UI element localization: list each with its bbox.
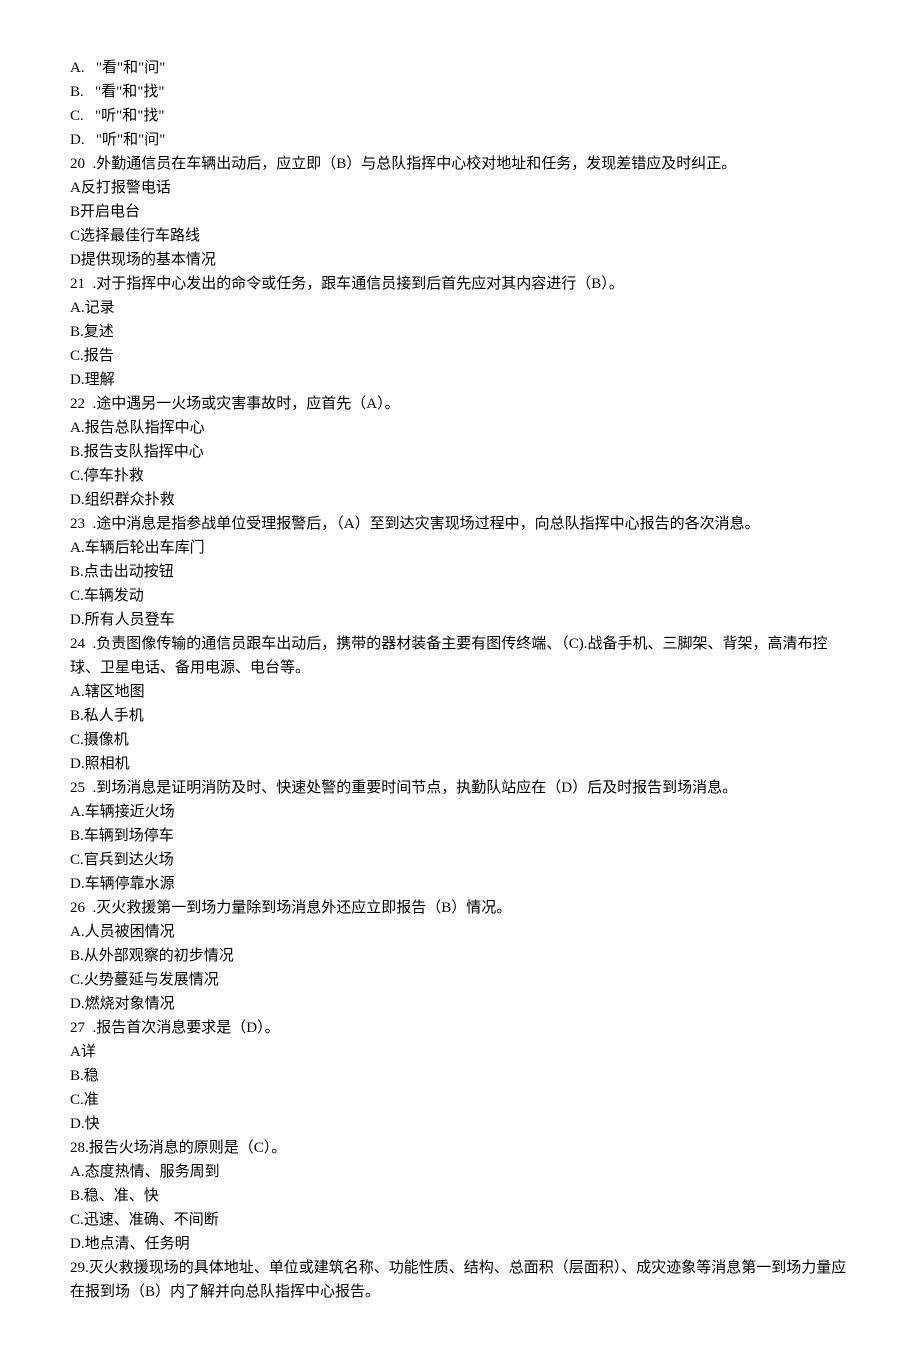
text-line: D.车辆停靠水源	[70, 872, 850, 896]
text-line: C.迅速、准确、不间断	[70, 1208, 850, 1232]
text-line: C. "听"和"找"	[70, 104, 850, 128]
text-line: D.快	[70, 1112, 850, 1136]
text-line: 24 .负责图像传输的通信员跟车出动后，携带的器材装备主要有图传终端、（C).战…	[70, 632, 850, 680]
text-line: 26 .灭火救援第一到场力量除到场消息外还应立即报告（B）情况。	[70, 896, 850, 920]
text-line: B.复述	[70, 320, 850, 344]
text-line: 28.报告火场消息的原则是（C）。	[70, 1136, 850, 1160]
text-line: B. "看"和"找"	[70, 80, 850, 104]
text-line: 29.灭火救援现场的具体地址、单位或建筑名称、功能性质、结构、总面积（层面积）、…	[70, 1256, 850, 1304]
text-line: 20 .外勤通信员在车辆出动后，应立即（B）与总队指挥中心校对地址和任务，发现差…	[70, 152, 850, 176]
text-line: B开启电台	[70, 200, 850, 224]
text-line: C.准	[70, 1088, 850, 1112]
text-line: C.停车扑救	[70, 464, 850, 488]
text-line: 25 .到场消息是证明消防及时、快速处警的重要时间节点，执勤队站应在（D）后及时…	[70, 776, 850, 800]
text-line: D.组织群众扑救	[70, 488, 850, 512]
text-line: A. "看"和"问"	[70, 56, 850, 80]
document-body: A. "看"和"问"B. "看"和"找"C. "听"和"找"D. "听"和"问"…	[70, 56, 850, 1304]
text-line: A.辖区地图	[70, 680, 850, 704]
text-line: C.官兵到达火场	[70, 848, 850, 872]
text-line: B.报告支队指挥中心	[70, 440, 850, 464]
text-line: A.报告总队指挥中心	[70, 416, 850, 440]
text-line: C.摄像机	[70, 728, 850, 752]
text-line: D.燃烧对象情况	[70, 992, 850, 1016]
text-line: C.车辆发动	[70, 584, 850, 608]
text-line: D.所有人员登车	[70, 608, 850, 632]
text-line: C.火势蔓延与发展情况	[70, 968, 850, 992]
text-line: 27 .报告首次消息要求是（D）。	[70, 1016, 850, 1040]
text-line: A.车辆后轮出车库门	[70, 536, 850, 560]
text-line: D.理解	[70, 368, 850, 392]
text-line: C.报告	[70, 344, 850, 368]
text-line: 23 .途中消息是指参战单位受理报警后，（A）至到达灾害现场过程中，向总队指挥中…	[70, 512, 850, 536]
text-line: B.私人手机	[70, 704, 850, 728]
text-line: A详	[70, 1040, 850, 1064]
text-line: A.记录	[70, 296, 850, 320]
text-line: D. "听"和"问"	[70, 128, 850, 152]
text-line: B.从外部观察的初步情况	[70, 944, 850, 968]
text-line: D提供现场的基本情况	[70, 248, 850, 272]
text-line: D.地点清、任务明	[70, 1232, 850, 1256]
text-line: B.点击出动按钮	[70, 560, 850, 584]
text-line: B.车辆到场停车	[70, 824, 850, 848]
text-line: B.稳	[70, 1064, 850, 1088]
text-line: B.稳、准、快	[70, 1184, 850, 1208]
text-line: 21 .对于指挥中心发出的命令或任务，跟车通信员接到后首先应对其内容进行（B）。	[70, 272, 850, 296]
text-line: A.态度热情、服务周到	[70, 1160, 850, 1184]
text-line: D.照相机	[70, 752, 850, 776]
text-line: A.人员被困情况	[70, 920, 850, 944]
text-line: 22 .途中遇另一火场或灾害事故时，应首先（A）。	[70, 392, 850, 416]
text-line: A反打报警电话	[70, 176, 850, 200]
text-line: C选择最佳行车路线	[70, 224, 850, 248]
text-line: A.车辆接近火场	[70, 800, 850, 824]
